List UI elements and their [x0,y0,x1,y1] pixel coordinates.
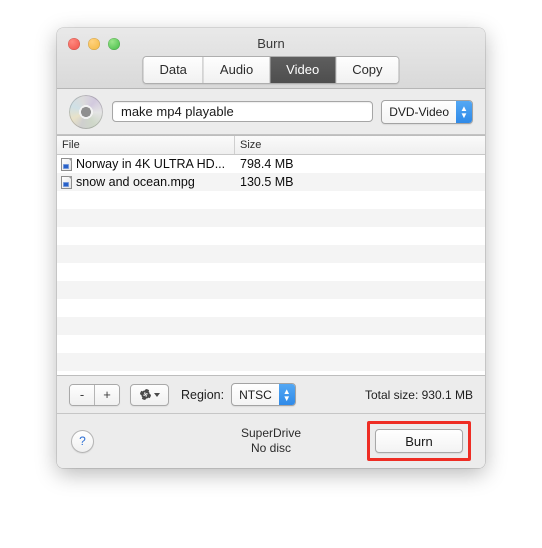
burn-button-highlight: Burn [367,421,471,461]
help-button[interactable]: ? [71,429,94,453]
burn-app-window: Burn Data Audio Video Copy DVD-Video ▲▼ … [57,28,485,468]
empty-row [57,317,485,335]
burn-button[interactable]: Burn [375,429,463,453]
empty-row [57,191,485,209]
file-list-header: File Size [57,136,485,155]
disc-format-popup[interactable]: DVD-Video ▲ ▼ [381,99,473,124]
video-file-icon [61,157,72,171]
table-row[interactable]: snow and ocean.mpg 130.5 MB [57,173,485,191]
table-row[interactable]: Norway in 4K ULTRA HD... 798.4 MB [57,155,485,173]
file-name-text: snow and ocean.mpg [76,175,195,189]
tab-audio[interactable]: Audio [203,57,271,83]
empty-row [57,353,485,371]
drive-name: SuperDrive [240,426,302,440]
cd-disc-icon [69,94,103,129]
region-value: NTSC [239,387,272,402]
file-name-cell: snow and ocean.mpg [57,175,235,189]
empty-row [57,263,485,281]
list-control-bar: - + Region: NTSC ▲ ▼ Total size: 930.1 MB [57,376,485,414]
empty-row [57,299,485,317]
disc-name-input[interactable] [112,101,374,122]
chevron-updown-icon: ▲ ▼ [456,100,472,123]
add-file-button[interactable]: + [95,384,119,405]
region-label: Region: [181,387,225,402]
total-size-label: Total size: 930.1 MB [364,387,473,402]
file-size-cell: 130.5 MB [240,175,294,189]
empty-row [57,209,485,227]
file-name-cell: Norway in 4K ULTRA HD... [57,157,235,171]
mode-tab-bar: Data Audio Video Copy [142,56,400,84]
file-list: File Size Norway in 4K ULTRA HD... 798.4… [57,135,485,376]
region-popup[interactable]: NTSC ▲ ▼ [231,383,296,406]
drive-disc-status: No disc [250,441,291,455]
add-remove-buttons: - + [69,383,120,406]
disc-format-value: DVD-Video [389,104,449,119]
chevron-down-icon [153,392,160,397]
tab-data[interactable]: Data [143,57,204,83]
empty-row [57,281,485,299]
tab-copy[interactable]: Copy [336,57,399,83]
empty-row [57,335,485,353]
tab-video[interactable]: Video [270,57,337,83]
window-titlebar: Burn Data Audio Video Copy [57,28,485,89]
window-title: Burn [257,36,285,51]
chevron-updown-icon: ▲ ▼ [278,384,295,405]
remove-file-button[interactable]: - [70,384,95,405]
disc-name-row: DVD-Video ▲▼ [57,89,485,135]
gear-icon [139,389,151,400]
file-name-text: Norway in 4K ULTRA HD... [76,157,226,171]
file-list-rows: Norway in 4K ULTRA HD... 798.4 MB snow a… [57,155,485,375]
action-menu-button[interactable] [130,383,169,406]
drive-status: SuperDrive No disc [241,426,301,456]
empty-row [57,227,485,245]
empty-row [57,245,485,263]
video-file-icon [61,175,72,189]
file-size-cell: 798.4 MB [240,157,294,171]
column-header-file[interactable]: File [57,136,235,154]
column-header-size[interactable]: Size [235,136,485,154]
window-footer: ? SuperDrive No disc Burn [57,414,485,468]
